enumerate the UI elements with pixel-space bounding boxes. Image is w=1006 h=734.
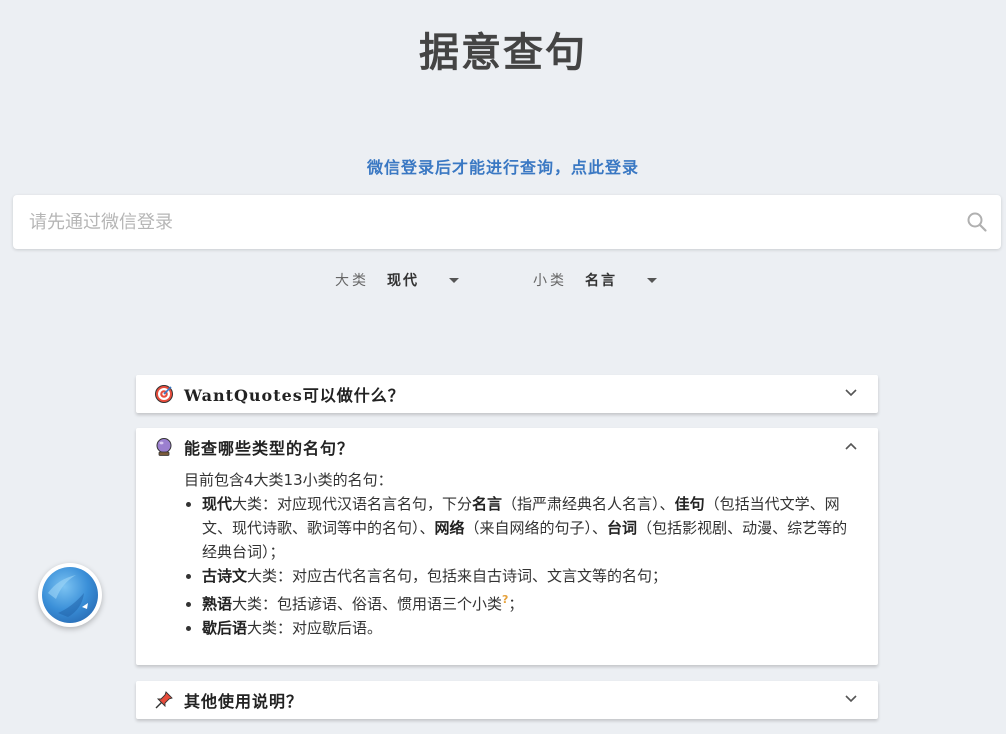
- major-category-select[interactable]: 大类 现代: [335, 268, 459, 292]
- major-category-label: 大类: [335, 273, 369, 289]
- category-desc: 大类：对应歇后语。: [247, 619, 383, 637]
- faq-panel-types-title: 能查哪些类型的名句？: [184, 439, 355, 458]
- types-list: 现代大类：对应现代汉语名言名句，下分名言（指严肃经典名人名言）、佳句（包括当代文…: [184, 492, 858, 640]
- page-title: 据意查句: [419, 29, 587, 76]
- minor-category-label: 小类: [533, 273, 567, 289]
- list-item: 歇后语大类：对应歇后语。: [202, 616, 858, 640]
- subcategory-name: 佳句: [674, 495, 705, 513]
- category-desc: 大类：对应现代汉语名言名句，下分: [232, 495, 473, 513]
- category-desc-end: ；: [508, 595, 524, 613]
- target-icon: [155, 385, 173, 403]
- minor-category-select[interactable]: 小类 名言: [533, 268, 657, 292]
- faq-panel-what-title: WantQuotes可以做什么？: [184, 386, 405, 405]
- minor-category-value[interactable]: 名言: [585, 270, 647, 290]
- category-name: 歇后语: [202, 619, 248, 637]
- chevron-up-icon[interactable]: [844, 441, 858, 451]
- category-desc: 大类：包括谚语、俗语、惯用语三个小类: [232, 595, 503, 613]
- faq-panel-usage: 其他使用说明？: [136, 681, 878, 719]
- faq-panel-types-header[interactable]: 能查哪些类型的名句？: [136, 428, 878, 466]
- caret-down-icon[interactable]: [449, 277, 459, 283]
- subcategory-desc: （指严肃经典名人名言）、: [502, 495, 675, 513]
- chevron-down-icon[interactable]: [844, 694, 858, 704]
- category-name: 熟语: [202, 595, 233, 613]
- faq-panel-what-header[interactable]: WantQuotes可以做什么？: [136, 375, 878, 413]
- crystal-ball-icon: [156, 438, 172, 456]
- subcategory-desc: （来自网络的句子）、: [464, 519, 608, 537]
- category-name: 古诗文: [202, 567, 248, 585]
- category-name: 现代: [202, 495, 233, 513]
- caret-down-icon[interactable]: [647, 277, 657, 283]
- faq-panel-what: WantQuotes可以做什么？: [136, 375, 878, 413]
- list-item: 熟语大类：包括谚语、俗语、惯用语三个小类?；: [202, 588, 858, 616]
- floating-assistant-button[interactable]: [38, 563, 102, 627]
- search-icon[interactable]: [965, 210, 989, 234]
- faq-panel-usage-title: 其他使用说明？: [184, 692, 304, 711]
- globe-bubble-icon: [42, 567, 98, 623]
- major-category-value[interactable]: 现代: [387, 270, 449, 290]
- types-intro: 目前包含4大类13小类的名句：: [184, 471, 393, 489]
- chevron-down-icon[interactable]: [844, 388, 858, 398]
- list-item: 古诗文大类：对应古代名言名句，包括来自古诗词、文言文等的名句；: [202, 564, 858, 588]
- faq-panel-usage-header[interactable]: 其他使用说明？: [136, 681, 878, 719]
- search-bar: [13, 195, 1001, 249]
- wechat-login-link[interactable]: 微信登录后才能进行查询，点此登录: [0, 154, 1006, 178]
- subcategory-name: 名言: [472, 495, 503, 513]
- faq-panel-types: 能查哪些类型的名句？ 目前包含4大类13小类的名句： 现代大类：对应现代汉语名言…: [136, 428, 878, 665]
- faq-panel-types-body: 目前包含4大类13小类的名句： 现代大类：对应现代汉语名言名句，下分名言（指严肃…: [136, 466, 878, 640]
- search-input[interactable]: [29, 195, 949, 249]
- subcategory-name: 网络: [434, 519, 465, 537]
- pushpin-icon: [155, 691, 173, 709]
- category-desc: 大类：对应古代名言名句，包括来自古诗词、文言文等的名句；: [247, 567, 668, 585]
- list-item: 现代大类：对应现代汉语名言名句，下分名言（指严肃经典名人名言）、佳句（包括当代文…: [202, 492, 858, 564]
- subcategory-name: 台词: [607, 519, 638, 537]
